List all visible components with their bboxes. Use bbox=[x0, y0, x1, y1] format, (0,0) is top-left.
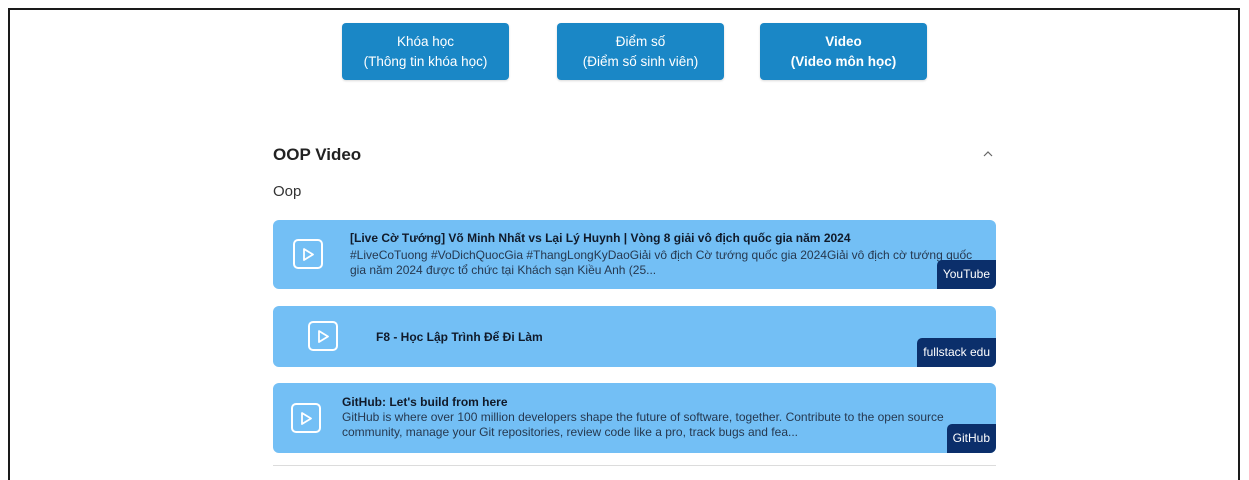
video-description: #LiveCoTuong #VoDichQuocGia #ThangLongKy… bbox=[350, 248, 972, 278]
video-description-line: #LiveCoTuong #VoDichQuocGia #ThangLongKy… bbox=[350, 248, 973, 262]
play-icon bbox=[308, 321, 338, 351]
video-card-github[interactable]: GitHub: Let's build from here GitHub is … bbox=[273, 383, 996, 453]
video-title: [Live Cờ Tướng] Võ Minh Nhất vs Lại Lý H… bbox=[350, 231, 851, 245]
courses-button-label: Khóa học bbox=[396, 33, 455, 49]
video-card-youtube[interactable]: [Live Cờ Tướng] Võ Minh Nhất vs Lại Lý H… bbox=[273, 220, 996, 289]
courses-button-sublabel: (Thông tin khóa học) bbox=[363, 53, 488, 69]
scores-button-sublabel: (Điểm số sinh viên) bbox=[582, 53, 699, 69]
video-button-sublabel: (Video môn học) bbox=[790, 53, 897, 69]
video-title: F8 - Học Lập Trình Để Đi Làm bbox=[376, 330, 543, 344]
video-button[interactable]: Video (Video môn học) bbox=[760, 23, 927, 80]
section-description: Oop bbox=[273, 183, 302, 200]
video-description-line: GitHub is where over 100 million develop… bbox=[342, 410, 944, 424]
chevron-up-icon[interactable] bbox=[980, 146, 996, 162]
video-card-fullstack[interactable]: F8 - Học Lập Trình Để Đi Làm fullstack e… bbox=[273, 306, 996, 367]
video-description-line: community, manage your Git repositories,… bbox=[342, 425, 798, 439]
source-badge[interactable]: GitHub bbox=[946, 424, 996, 453]
video-description-line: gia năm 2024 được tổ chức tại Khách sạn … bbox=[350, 263, 657, 277]
divider bbox=[273, 465, 996, 466]
scores-button-label: Điểm số bbox=[615, 33, 666, 49]
video-button-label: Video bbox=[825, 33, 862, 49]
source-badge[interactable]: fullstack edu bbox=[917, 338, 996, 367]
source-badge[interactable]: YouTube bbox=[936, 260, 996, 289]
play-icon bbox=[291, 403, 321, 433]
courses-button[interactable]: Khóa học (Thông tin khóa học) bbox=[342, 23, 509, 80]
scores-button[interactable]: Điểm số (Điểm số sinh viên) bbox=[557, 23, 724, 80]
video-description: GitHub is where over 100 million develop… bbox=[342, 410, 944, 440]
video-title: GitHub: Let's build from here bbox=[342, 395, 508, 409]
section-title: OOP Video bbox=[273, 145, 362, 164]
play-icon bbox=[293, 239, 323, 269]
